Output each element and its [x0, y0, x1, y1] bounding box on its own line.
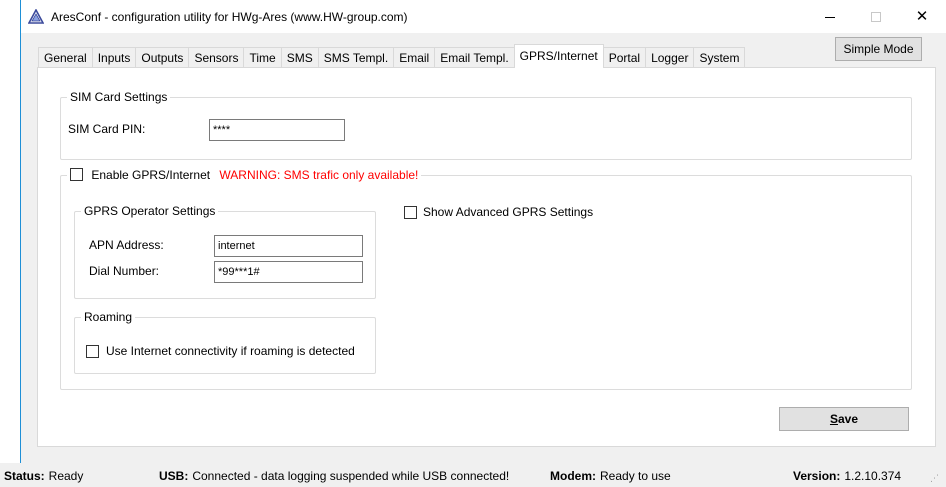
apn-address-input[interactable]: internet: [214, 235, 363, 257]
tab-sensors[interactable]: Sensors: [188, 47, 245, 68]
close-button[interactable]: ✕: [899, 0, 945, 33]
version-value: 1.2.10.374: [844, 469, 902, 483]
gprs-internet-group: Enable GPRS/Internet WARNING: SMS trafic…: [60, 167, 912, 390]
status-item: Status: Ready: [4, 469, 83, 483]
usb-item: USB: Connected - data logging suspended w…: [159, 469, 509, 483]
tab-portal[interactable]: Portal: [602, 47, 647, 68]
maximize-button[interactable]: [853, 0, 899, 33]
usb-value: Connected - data logging suspended while…: [192, 469, 510, 483]
tab-gprs-internet[interactable]: GPRS/Internet: [513, 44, 604, 68]
dial-number-label: Dial Number:: [89, 264, 160, 278]
resize-grip-icon[interactable]: ⋰: [930, 473, 939, 484]
tab-outputs[interactable]: Outputs: [135, 47, 190, 68]
tab-time[interactable]: Time: [243, 47, 282, 68]
save-button-label: ave: [837, 412, 859, 426]
tab-general[interactable]: General: [38, 47, 93, 68]
minimize-icon: [825, 16, 835, 18]
tab-system[interactable]: System: [693, 47, 746, 68]
ares-logo-icon: [28, 9, 44, 24]
gprs-operator-settings-group: GPRS Operator Settings APN Address: inte…: [74, 204, 376, 299]
tab-email-templ[interactable]: Email Templ.: [434, 47, 515, 68]
use-internet-roaming-checkbox[interactable]: [86, 345, 99, 358]
version-key: Version:: [793, 469, 841, 483]
modem-key: Modem:: [550, 469, 596, 483]
sim-card-settings-group: SIM Card Settings SIM Card PIN: ****: [60, 90, 912, 160]
enable-gprs-checkbox[interactable]: [70, 168, 83, 182]
tab-email[interactable]: Email: [393, 47, 436, 68]
tab-logger[interactable]: Logger: [645, 47, 695, 68]
sim-card-settings-title: SIM Card Settings: [67, 90, 171, 104]
tab-sms-templ[interactable]: SMS Templ.: [317, 47, 395, 68]
roaming-group: Roaming Use Internet connectivity if roa…: [74, 310, 376, 374]
gprs-operator-settings-title: GPRS Operator Settings: [81, 204, 219, 218]
modem-item: Modem: Ready to use: [550, 469, 671, 483]
enable-gprs-label[interactable]: Enable GPRS/Internet: [91, 168, 210, 182]
status-key: Status:: [4, 469, 45, 483]
version-item: Version: 1.2.10.374: [793, 469, 901, 483]
show-advanced-gprs-checkbox[interactable]: [404, 206, 417, 219]
maximize-icon: [871, 12, 881, 23]
apn-address-label: APN Address:: [89, 238, 164, 252]
usb-key: USB:: [159, 469, 189, 483]
tab-strip: General Inputs Outputs Sensors Time SMS …: [38, 44, 746, 68]
show-advanced-gprs-label[interactable]: Show Advanced GPRS Settings: [423, 205, 593, 219]
minimize-button[interactable]: [807, 0, 853, 33]
gprs-internet-tab-page: SIM Card Settings SIM Card PIN: **** Ena…: [37, 67, 936, 447]
dial-number-input[interactable]: *99***1#: [214, 261, 363, 283]
status-value: Ready: [48, 469, 84, 483]
modem-value: Ready to use: [600, 469, 671, 483]
roaming-title: Roaming: [81, 310, 136, 324]
status-bar: Status: Ready USB: Connected - data loggin…: [0, 463, 946, 487]
simple-mode-button[interactable]: Simple Mode: [835, 37, 922, 61]
title-bar[interactable]: AresConf - configuration utility for HWg…: [21, 0, 946, 33]
window-title: AresConf - configuration utility for HWg…: [51, 10, 408, 24]
sim-card-pin-input[interactable]: ****: [209, 119, 345, 141]
gprs-group-header: Enable GPRS/Internet WARNING: SMS trafic…: [67, 167, 422, 183]
close-icon: ✕: [915, 8, 929, 25]
tab-sms[interactable]: SMS: [280, 47, 319, 68]
app-window: AresConf - configuration utility for HWg…: [20, 0, 946, 487]
save-button[interactable]: Save: [779, 407, 909, 431]
use-internet-roaming-label[interactable]: Use Internet connectivity if roaming is …: [106, 344, 355, 358]
sms-warning-text: WARNING: SMS trafic only available!: [219, 167, 419, 182]
sim-card-pin-label: SIM Card PIN:: [68, 122, 146, 136]
save-button-accelerator: S: [829, 412, 838, 426]
tab-inputs[interactable]: Inputs: [91, 47, 137, 68]
